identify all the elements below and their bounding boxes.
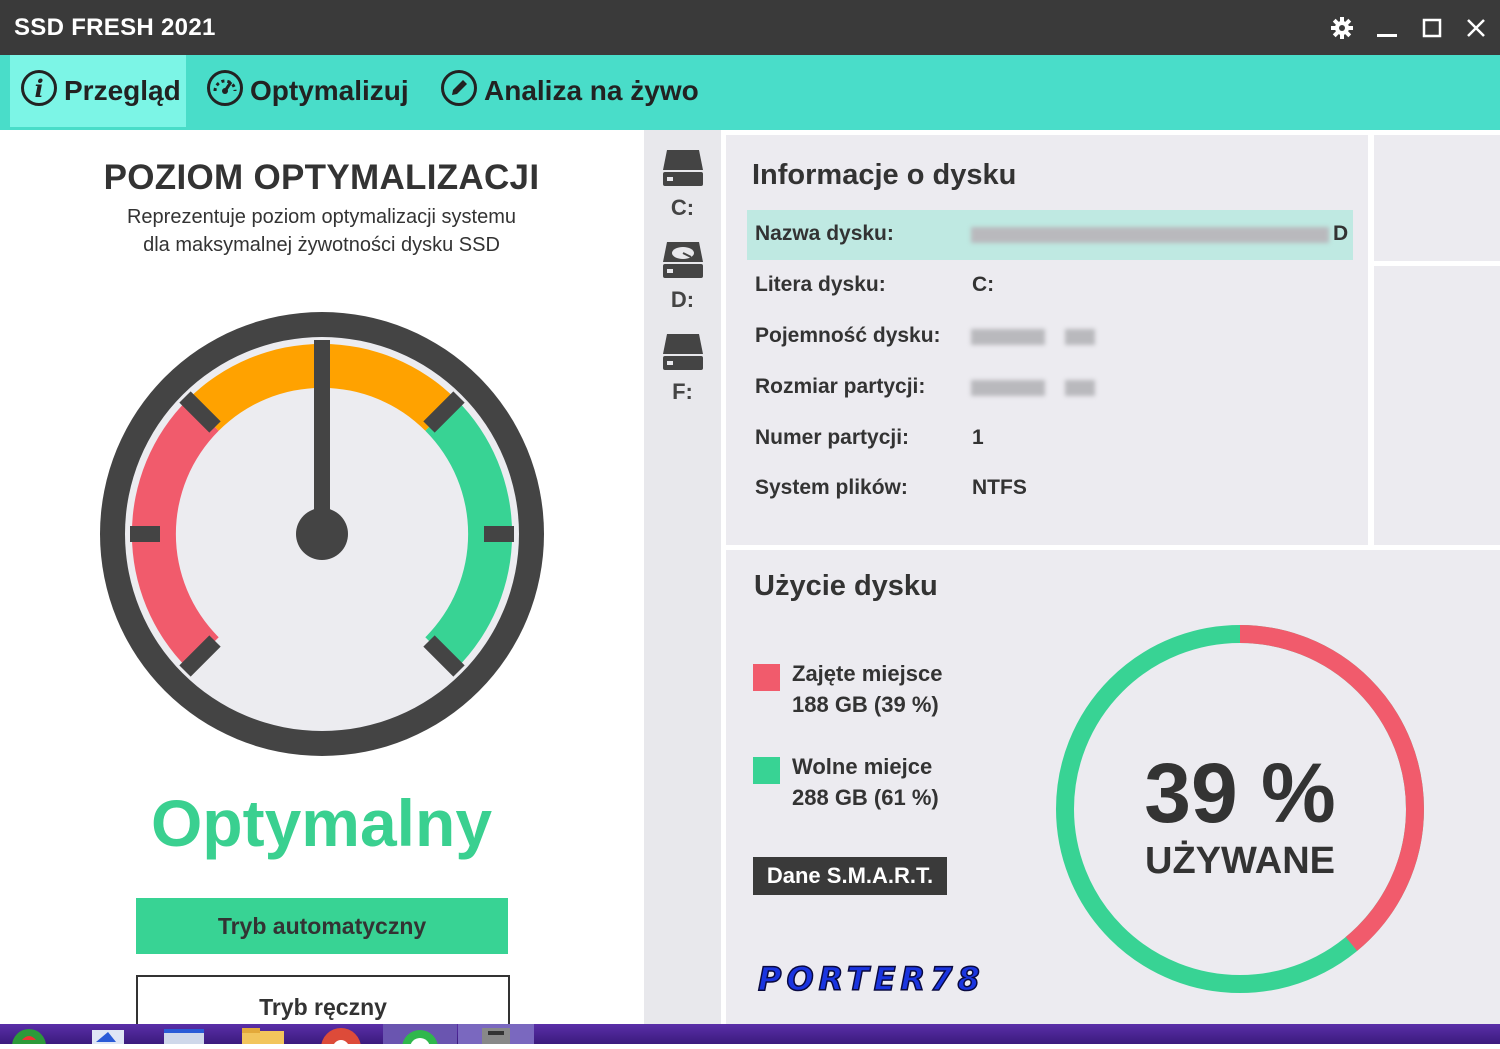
close-icon[interactable] — [1456, 8, 1496, 48]
used-space-label: Zajęte miejsce — [792, 661, 943, 686]
smart-data-button[interactable]: Dane S.M.A.R.T. — [753, 857, 947, 895]
drive-item-d[interactable]: D: — [644, 240, 721, 313]
tab-live-analysis[interactable]: Analiza na żywo — [440, 55, 699, 127]
side-tile — [1374, 266, 1500, 545]
optimization-panel: POZIOM OPTYMALIZACJI Reprezentuje poziom… — [0, 130, 643, 1039]
partition-size-row: Rozmiar partycji: — [747, 363, 1353, 413]
usage-percent-label: UŻYWANE — [1145, 840, 1335, 882]
redacted-value — [971, 380, 1045, 396]
free-space-label: Wolne miejce — [792, 754, 933, 779]
drive-letter-label: Litera dysku: — [755, 273, 886, 296]
title-bar: SSD FRESH 2021 — [0, 0, 1500, 55]
drive-letter: D: — [670, 287, 695, 312]
tab-label: Optymalizuj — [250, 75, 409, 106]
side-tile — [1374, 135, 1500, 261]
optimization-title: POZIOM OPTYMALIZACJI — [103, 158, 540, 197]
pencil-icon — [440, 69, 484, 114]
disk-capacity-label: Pojemność dysku: — [755, 324, 941, 347]
tab-label: Przegląd — [64, 75, 181, 106]
drive-letter: F: — [672, 379, 693, 404]
hdd-drive-icon — [662, 242, 703, 278]
minimize-icon[interactable] — [1367, 8, 1407, 48]
used-space-legend: Zajęte miejsce 188 GB (39 %) — [792, 658, 942, 720]
free-space-swatch — [753, 757, 780, 784]
ssd-drive-icon — [662, 150, 703, 186]
redacted-value — [971, 227, 1329, 243]
disk-name-row: Nazwa dysku: D — [747, 210, 1353, 260]
drive-letter: C: — [670, 195, 695, 220]
partition-number-label: Numer partycji: — [755, 426, 910, 449]
free-space-legend: Wolne miejce 288 GB (61 %) — [792, 751, 939, 813]
os-taskbar — [0, 1024, 1500, 1049]
drive-letter-row: Litera dysku: C: — [747, 261, 1353, 311]
disk-capacity-row: Pojemność dysku: — [747, 312, 1353, 362]
drive-item-c[interactable]: C: — [644, 148, 721, 221]
partition-number-value: 1 — [972, 426, 984, 449]
taskbar-app-icon[interactable] — [160, 1024, 208, 1045]
app-title: SSD FRESH 2021 — [14, 14, 216, 41]
file-system-row: System plików: NTFS — [747, 464, 1353, 514]
used-space-swatch — [753, 664, 780, 691]
drive-list: C: D: F: — [644, 130, 721, 1024]
start-orb-icon[interactable] — [8, 1024, 50, 1049]
redacted-value — [1065, 380, 1095, 396]
settings-gear-icon[interactable] — [1322, 8, 1362, 48]
taskbar-app-icon[interactable] — [458, 1024, 534, 1044]
tab-optimize[interactable]: Optymalizuj — [206, 55, 409, 127]
svg-text:i: i — [34, 74, 43, 103]
speedometer-icon — [206, 69, 250, 114]
disk-info-panel: Informacje o dysku Nazwa dysku: D Litera… — [726, 135, 1368, 545]
partition-size-label: Rozmiar partycji: — [755, 375, 926, 398]
auto-mode-button[interactable]: Tryb automatyczny — [136, 898, 508, 954]
disk-name-value: D — [1333, 222, 1349, 245]
disk-usage-title: Użycie dysku — [754, 570, 938, 602]
free-space-value: 288 GB (61 %) — [792, 785, 939, 810]
optimization-gauge — [88, 300, 556, 773]
main-nav: i Przegląd Optymalizuj Analiza na żywo — [0, 55, 1500, 130]
folder-icon[interactable] — [238, 1024, 288, 1045]
disk-usage-panel: Użycie dysku Zajęte miejsce 188 GB (39 %… — [726, 550, 1500, 1024]
disk-name-label: Nazwa dysku: — [755, 222, 894, 245]
tab-label: Analiza na żywo — [484, 75, 699, 106]
info-icon: i — [20, 69, 64, 114]
gauge-needle — [314, 340, 330, 534]
redacted-value — [971, 329, 1045, 345]
file-system-label: System plików: — [755, 476, 908, 499]
maximize-icon[interactable] — [1412, 8, 1452, 48]
used-space-value: 188 GB (39 %) — [792, 692, 939, 717]
optimization-status: Optymalny — [150, 786, 493, 860]
tab-overview[interactable]: i Przegląd — [10, 55, 186, 127]
ssd-drive-icon — [662, 334, 703, 370]
taskbar-app-icon[interactable] — [86, 1024, 130, 1046]
taskbar-app-icon[interactable] — [383, 1024, 457, 1049]
browser-icon[interactable] — [318, 1024, 364, 1049]
optimization-description: Reprezentuje poziom optymalizacji system… — [126, 206, 517, 256]
drive-letter-value: C: — [972, 273, 995, 296]
redacted-value — [1065, 329, 1095, 345]
file-system-value: NTFS — [972, 476, 1027, 499]
usage-percent: 39 % — [1144, 746, 1336, 840]
drive-item-f[interactable]: F: — [644, 332, 721, 405]
watermark-text: PORTER78 — [757, 959, 985, 999]
disk-info-title: Informacje o dysku — [752, 159, 1017, 191]
partition-number-row: Numer partycji: 1 — [747, 414, 1353, 464]
